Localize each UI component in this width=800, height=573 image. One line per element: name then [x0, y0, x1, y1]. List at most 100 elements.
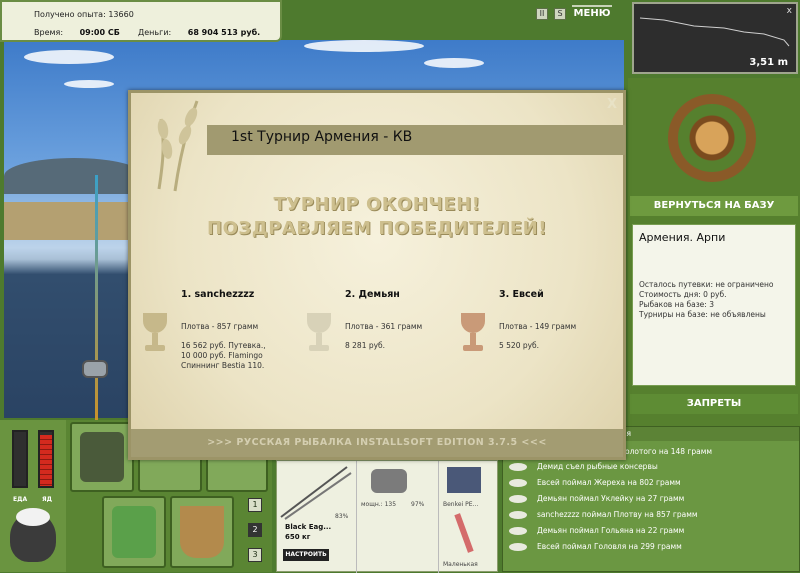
log-item-text: Демьян поймал Уклейку на 27 грамм	[537, 494, 685, 503]
line-percent: 83%	[335, 513, 349, 520]
log-item: Демьян поймал Уклейку на 27 грамм	[509, 491, 797, 507]
shore	[4, 202, 134, 240]
pause-button[interactable]: II	[536, 8, 548, 20]
base-name: Армения. Арпи	[639, 231, 726, 244]
winner-catch: Плотва - 361 грамм	[345, 322, 423, 331]
wheat-icon	[157, 100, 199, 192]
reel-percent: 97%	[411, 501, 425, 508]
bait-slot[interactable]: Benkei PE... Маленькая	[439, 461, 499, 573]
money-label: Деньги:	[138, 28, 172, 37]
sound-button[interactable]: S	[554, 8, 566, 20]
base-info-line: Осталось путевки: не ограничено	[639, 280, 774, 289]
cloud	[304, 40, 424, 52]
poison-gauge	[38, 430, 54, 488]
inventory-slot[interactable]	[102, 496, 166, 568]
dialog-title: 1st Турнир Армения - КВ	[231, 129, 413, 145]
lure-box-icon	[447, 467, 481, 493]
poison-gauge-fill	[40, 434, 52, 486]
log-item: Евсей поймал Головля на 299 грамм	[509, 539, 797, 555]
rod-weight: 650 кг	[285, 533, 311, 541]
inventory-page-2[interactable]: 2	[248, 523, 262, 537]
inventory-slot[interactable]	[70, 422, 134, 492]
cloud	[24, 50, 114, 64]
exp-label: Получено опыта:	[34, 10, 106, 19]
fishing-rod[interactable]	[95, 175, 98, 420]
inventory-page-1[interactable]: 1	[248, 498, 262, 512]
base-info: Армения. Арпи Осталось путевки: не огран…	[632, 224, 796, 386]
reel-icon	[371, 469, 407, 493]
depth-value: 3,51 m	[749, 57, 788, 68]
winner-catch: Плотва - 857 грамм	[181, 322, 259, 331]
log-item: Демьян поймал Гольяна на 22 грамм	[509, 523, 797, 539]
poison-label: ЯД	[42, 496, 52, 503]
player-info-bar: Получено опыта: 13660 Время: 09:00 СБ Де…	[0, 0, 282, 42]
reel-slot[interactable]: мощн.: 135 97%	[357, 461, 439, 573]
winner-prize: 8 281 руб.	[345, 341, 386, 350]
silver-cup-icon	[305, 313, 333, 353]
log-item: sanchezzzz поймал Плотву на 857 грамм	[509, 507, 797, 523]
food-pot-icon[interactable]	[10, 508, 56, 562]
cloud	[424, 58, 484, 68]
fish-icon	[509, 543, 527, 551]
log-item-text: Демид съел рыбные консервы	[537, 462, 658, 471]
winner-name: 2. Демьян	[345, 289, 400, 300]
winner-prize: 10 000 руб. Flamingo	[181, 351, 263, 360]
log-item-text: Демьян поймал Гольяна на 22 грамм	[537, 526, 685, 535]
lure-icon	[454, 513, 474, 553]
rod-name: Black Eag...	[285, 523, 332, 531]
fish-icon	[509, 495, 527, 503]
food-label: ЕДА	[13, 496, 28, 503]
winner-3: 3. Евсей Плотва - 149 грамм 5 520 руб.	[459, 289, 609, 351]
mountain	[4, 158, 144, 194]
bucket-icon	[180, 506, 224, 558]
inventory-page-3[interactable]: 3	[248, 548, 262, 562]
setup-button[interactable]: НАСТРОИТЬ	[283, 549, 329, 561]
base-info-line: Стоимость дня: 0 руб.	[639, 290, 727, 299]
log-item-text: Евсей поймал Головля на 299 грамм	[537, 542, 682, 551]
reel-power: мощн.: 135	[361, 501, 397, 508]
base-info-line: Турниры на базе: не объявлены	[639, 310, 766, 319]
close-icon[interactable]: X	[607, 97, 617, 112]
winner-prize: 5 520 руб.	[499, 341, 540, 350]
fish-icon	[509, 479, 527, 487]
bag-icon	[80, 432, 124, 482]
exp-value: 13660	[108, 10, 134, 19]
top-controls: II S МЕНЮ	[536, 5, 612, 23]
lure-name: Маленькая	[443, 561, 478, 568]
log-item-text: Евсей поймал Жереха на 802 грамм	[537, 478, 681, 487]
depth-chart: x 3,51 m	[632, 2, 798, 74]
fish-icon	[509, 527, 527, 535]
status-gauges: ЕДА ЯД	[0, 420, 66, 572]
headline-line-1: ТУРНИР ОКОНЧЕН!	[273, 194, 481, 215]
dialog-footer: >>> РУССКАЯ РЫБАЛКА INSTALLSOFT EDITION …	[131, 429, 623, 457]
rod-slot[interactable]: 83% Black Eag... 650 кг НАСТРОИТЬ	[277, 461, 357, 573]
log-item-text: sanchezzzz поймал Плотву на 857 грамм	[537, 510, 698, 519]
return-to-base-button[interactable]: ВЕРНУТЬСЯ НА БАЗУ	[630, 196, 798, 216]
bronze-cup-icon	[459, 313, 487, 353]
reel-icon	[82, 360, 108, 378]
close-icon[interactable]: x	[787, 6, 792, 16]
food-basket-icon	[112, 506, 156, 558]
money-value: 68 904 513 руб.	[187, 28, 261, 37]
winner-prize: 16 562 руб. Путевка.,	[181, 341, 266, 350]
tackle-panel: 83% Black Eag... 650 кг НАСТРОИТЬ мощн.:…	[276, 460, 499, 573]
base-info-line: Рыбаков на базе: 3	[639, 300, 714, 309]
food-gauge	[12, 430, 28, 488]
winner-2: 2. Демьян Плотва - 361 грамм 8 281 руб.	[305, 289, 455, 351]
winner-catch: Плотва - 149 грамм	[499, 322, 577, 331]
ship-wheel-icon[interactable]	[668, 94, 756, 182]
bait-name: Benkei PE...	[443, 501, 479, 508]
inventory-slot[interactable]	[170, 496, 234, 568]
fish-icon	[509, 463, 527, 471]
dialog-headline: ТУРНИР ОКОНЧЕН! ПОЗДРАВЛЯЕМ ПОБЕДИТЕЛЕЙ!	[131, 193, 623, 241]
winner-name: 3. Евсей	[499, 289, 544, 300]
log-item: Евсей поймал Жереха на 802 грамм	[509, 475, 797, 491]
rod-icon	[280, 466, 352, 520]
dialog-header: 1st Турнир Армения - КВ X	[131, 93, 625, 193]
log-list[interactable]: золотого на 148 грамм Демид съел рыбные …	[509, 445, 797, 555]
bans-button[interactable]: ЗАПРЕТЫ	[630, 394, 798, 414]
tournament-dialog: 1st Турнир Армения - КВ X ТУРНИР ОКОНЧЕН…	[128, 90, 626, 460]
time-label: Время:	[34, 28, 64, 37]
time-value: 09:00 СБ	[79, 28, 120, 37]
menu-button[interactable]: МЕНЮ	[572, 5, 612, 23]
